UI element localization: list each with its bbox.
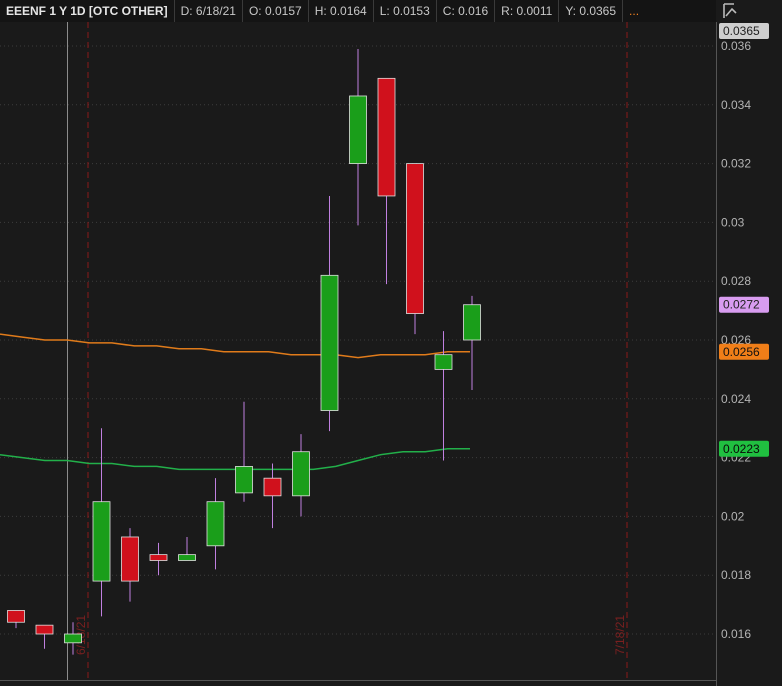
candle-body xyxy=(92,501,111,582)
price-badge-label: 0.0256 xyxy=(723,345,760,359)
y-tick-label: 0.028 xyxy=(721,274,751,288)
price-badge-label: 0.0365 xyxy=(723,24,760,38)
candle-body xyxy=(64,633,82,644)
candle-body xyxy=(406,163,424,314)
y-tick-label: 0.03 xyxy=(721,215,745,229)
price-badge-label: 0.0272 xyxy=(723,298,760,312)
candle-body xyxy=(235,466,253,494)
candle-body xyxy=(121,536,139,582)
candle-body xyxy=(149,554,168,561)
y-tick-label: 0.024 xyxy=(721,392,751,406)
candle-body xyxy=(7,610,25,623)
y-tick-label: 0.018 xyxy=(721,568,751,582)
candle-body xyxy=(377,77,396,197)
candle-body xyxy=(463,304,481,341)
chart-settings-icon[interactable] xyxy=(718,0,782,22)
candle-body xyxy=(292,451,310,497)
candle-body xyxy=(178,554,196,561)
candle-body xyxy=(206,501,225,547)
price-chart[interactable]: 0.0360.0340.0320.030.0280.0260.0240.0220… xyxy=(0,0,782,686)
price-badge-label: 0.0223 xyxy=(723,442,760,456)
y-tick-label: 0.016 xyxy=(721,627,751,641)
y-tick-label: 0.032 xyxy=(721,157,751,171)
candle-body xyxy=(35,624,54,635)
y-tick-label: 0.034 xyxy=(721,98,751,112)
candle-body xyxy=(349,95,367,165)
date-marker-label: 7/18/21 xyxy=(613,615,627,655)
y-tick-label: 0.036 xyxy=(721,39,751,53)
candle-body xyxy=(434,354,453,370)
candle-body xyxy=(263,477,282,497)
y-tick-label: 0.02 xyxy=(721,509,745,523)
candle-body xyxy=(320,274,339,411)
